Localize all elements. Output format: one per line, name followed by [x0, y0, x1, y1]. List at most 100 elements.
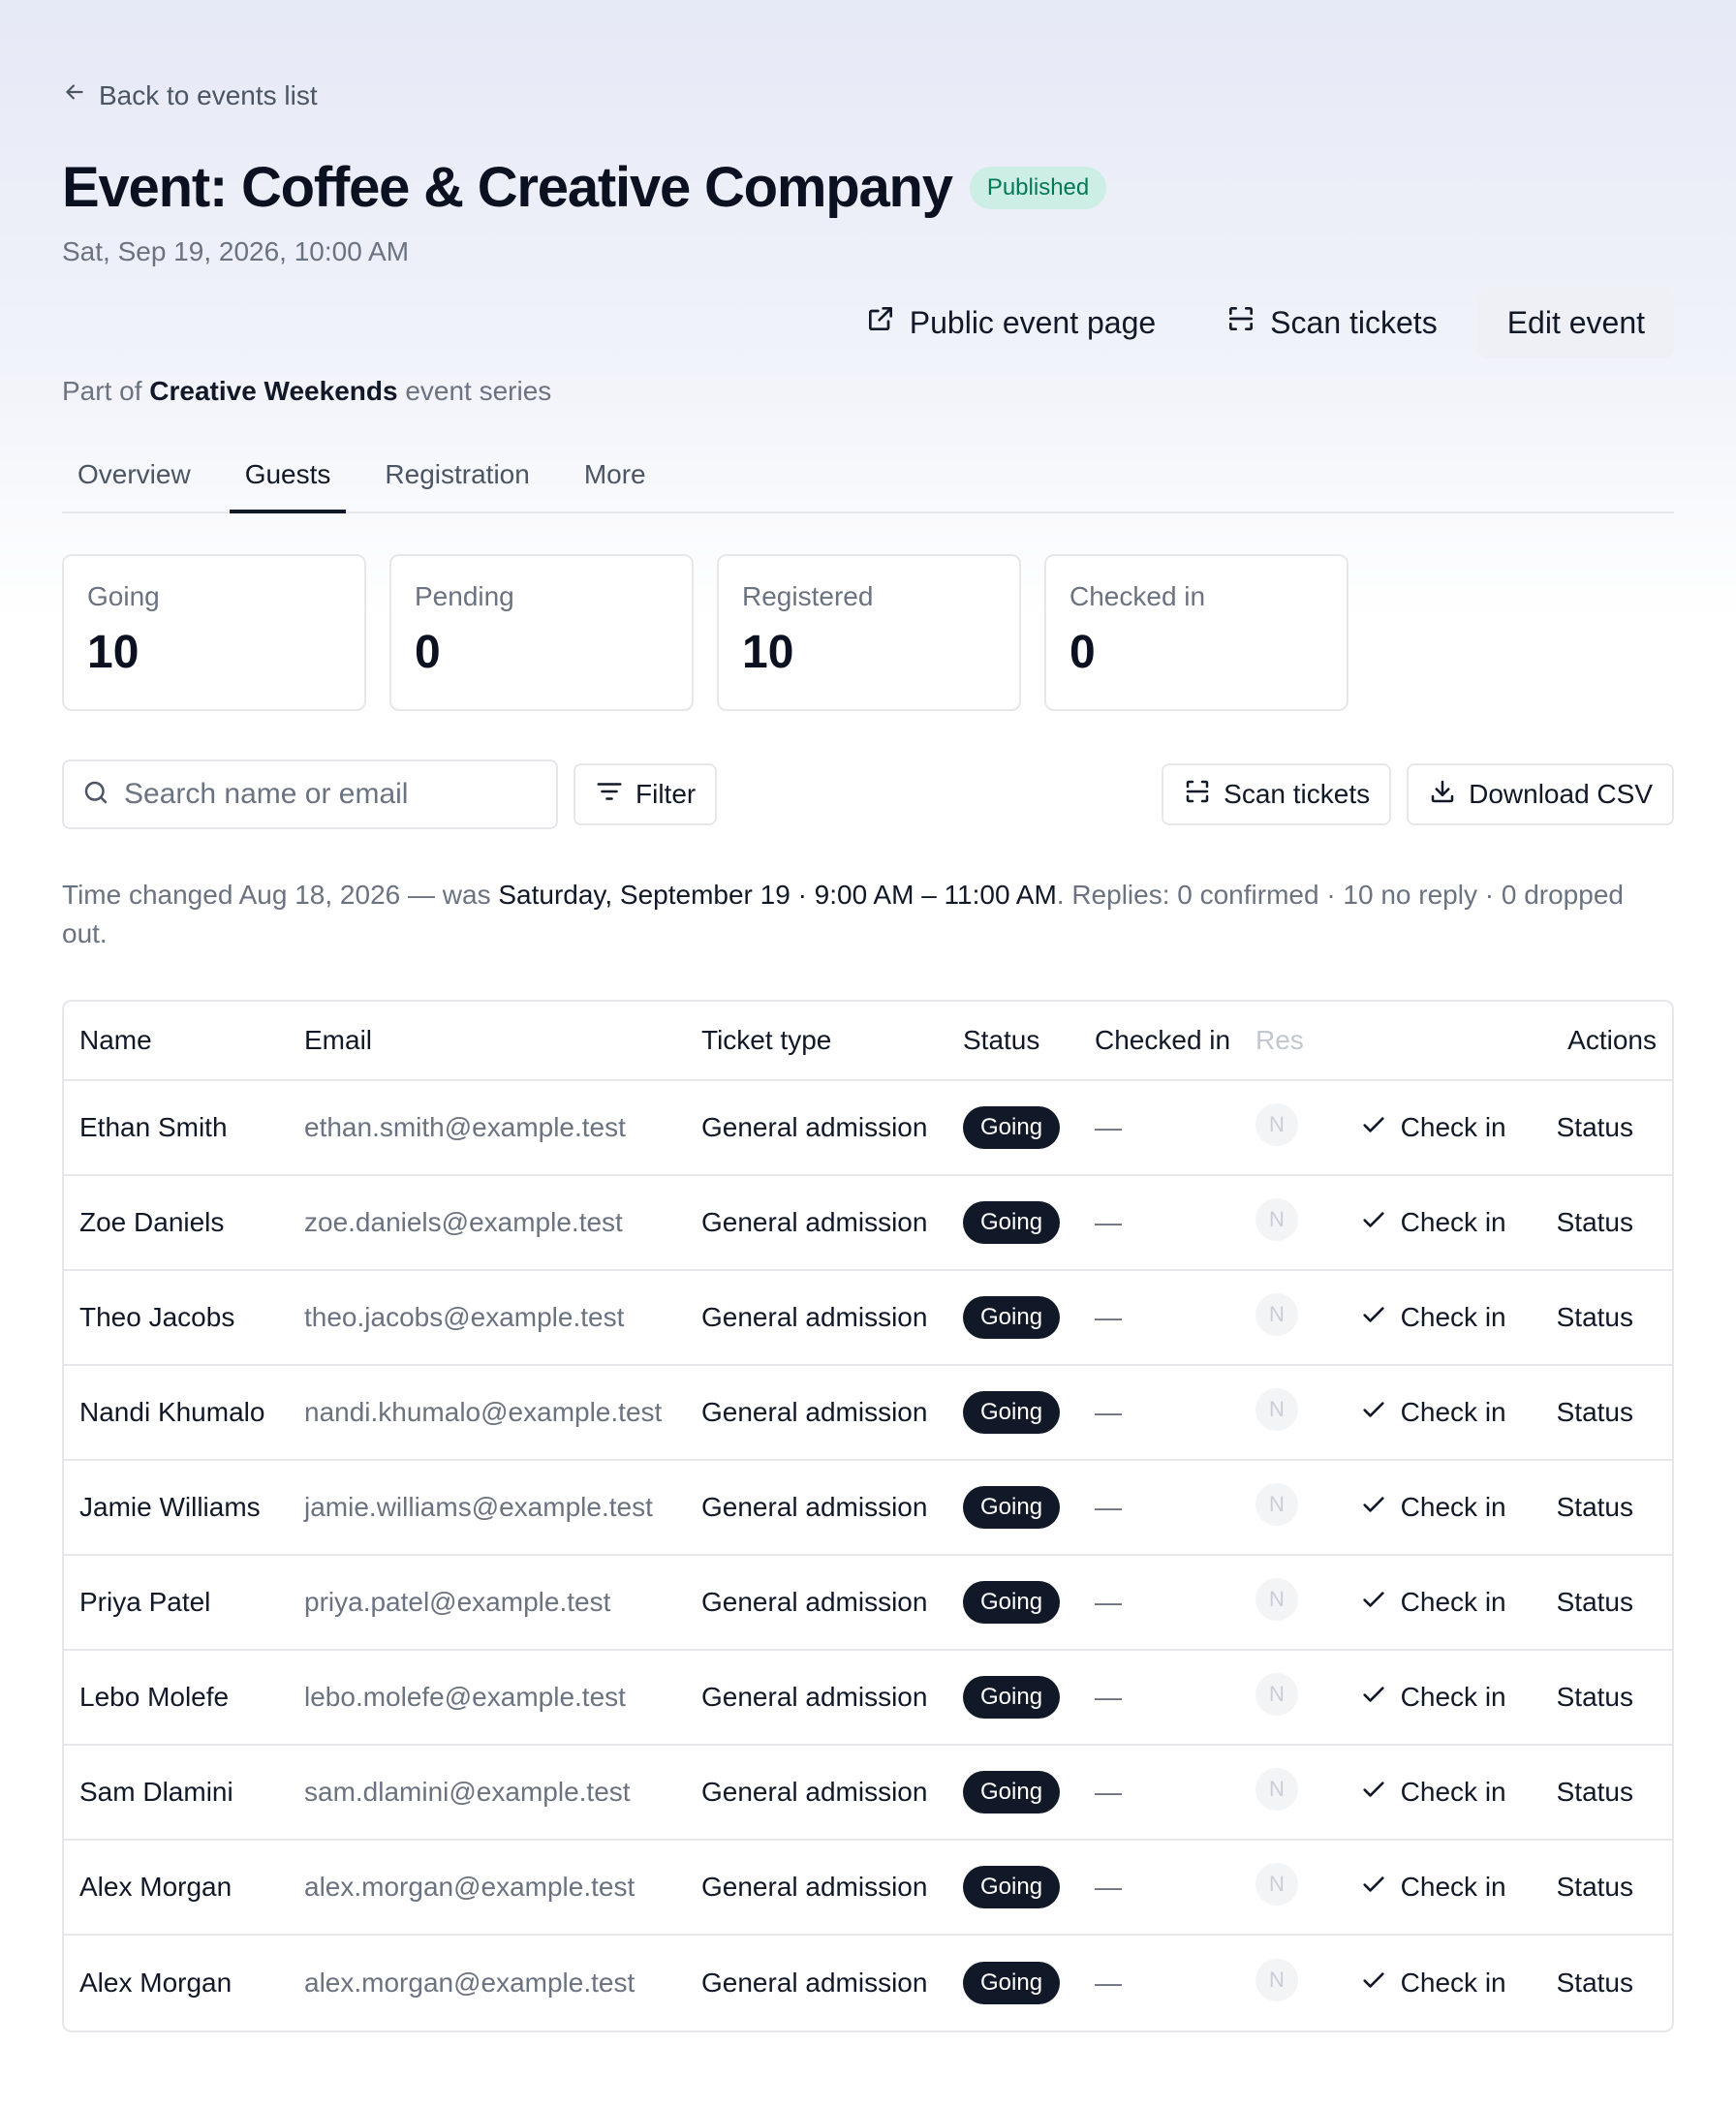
table-row: Alex Morgan alex.morgan@example.test Gen… [64, 1841, 1672, 1936]
guest-checked-in: — [1095, 1682, 1122, 1712]
download-csv-button[interactable]: Download CSV [1407, 763, 1674, 825]
search-icon [81, 778, 110, 812]
reply-badge: N [1256, 1672, 1298, 1716]
status-action-button[interactable]: Status [1557, 1302, 1633, 1333]
table-row: Theo Jacobs theo.jacobs@example.test Gen… [64, 1271, 1672, 1366]
series-name[interactable]: Creative Weekends [149, 376, 397, 406]
status-action-button[interactable]: Status [1557, 1587, 1633, 1618]
guest-ticket-type: General admission [701, 1397, 928, 1427]
check-in-button[interactable]: Check in [1360, 1396, 1506, 1430]
check-in-button[interactable]: Check in [1360, 1967, 1506, 2000]
reply-badge: N [1256, 1958, 1298, 2001]
check-icon [1360, 1111, 1387, 1145]
reply-badge: N [1256, 1197, 1298, 1241]
status-action-button[interactable]: Status [1557, 1777, 1633, 1808]
stats-row: Going 10 Pending 0 Registered 10 Checked… [62, 554, 1348, 711]
guest-status-cell: Going [947, 1581, 1079, 1624]
table-row: Nandi Khumalo nandi.khumalo@example.test… [64, 1366, 1672, 1461]
stat-label: Registered [742, 581, 874, 611]
status-action-button[interactable]: Status [1557, 1397, 1633, 1428]
guest-checked-in: — [1095, 1302, 1122, 1332]
going-badge: Going [963, 1296, 1061, 1339]
going-badge: Going [963, 1391, 1061, 1434]
back-link-label: Back to events list [99, 79, 318, 110]
scan-tickets-label: Scan tickets [1224, 779, 1371, 809]
guest-checked-in: — [1095, 1777, 1122, 1807]
status-action-button[interactable]: Status [1557, 1492, 1633, 1523]
check-in-button[interactable]: Check in [1360, 1301, 1506, 1335]
going-badge: Going [963, 1486, 1061, 1529]
going-badge: Going [963, 1676, 1061, 1719]
check-in-button[interactable]: Check in [1360, 1111, 1506, 1145]
stat-label: Pending [415, 581, 514, 611]
guest-name: Jamie Williams [79, 1492, 261, 1522]
guest-ticket-type: General admission [701, 1112, 928, 1142]
reply-badge: N [1256, 1387, 1298, 1431]
guest-actions: Check in Status [1310, 1871, 1672, 1905]
guest-email: theo.jacobs@example.test [304, 1302, 625, 1332]
going-badge: Going [963, 1201, 1061, 1244]
guest-checked-in: — [1095, 1397, 1122, 1427]
status-action-button[interactable]: Status [1557, 1968, 1633, 1999]
table-row: Sam Dlamini sam.dlamini@example.test Gen… [64, 1746, 1672, 1841]
tab-more[interactable]: More [569, 448, 662, 513]
table-header: Name Email Ticket type Status Checked in… [64, 1002, 1672, 1081]
scan-tickets-button[interactable]: Scan tickets [1162, 763, 1392, 825]
guest-ticket-type: General admission [701, 1872, 928, 1902]
check-in-button[interactable]: Check in [1360, 1776, 1506, 1810]
table-row: Lebo Molefe lebo.molefe@example.test Gen… [64, 1651, 1672, 1746]
check-in-button[interactable]: Check in [1360, 1586, 1506, 1620]
status-action-button[interactable]: Status [1557, 1872, 1633, 1903]
tab-overview[interactable]: Overview [62, 448, 206, 513]
column-header-checked-in: Checked in [1095, 1025, 1231, 1055]
table-row: Ethan Smith ethan.smith@example.test Gen… [64, 1081, 1672, 1176]
reply-badge: N [1256, 1102, 1298, 1146]
series-info: Part of Creative Weekends event series [62, 376, 551, 407]
external-link-icon [865, 303, 896, 342]
guest-toolbar: Filter Scan tickets Download CSV [62, 760, 1674, 829]
scan-tickets-header-button[interactable]: Scan tickets [1196, 287, 1467, 358]
check-in-label: Check in [1400, 1112, 1506, 1142]
going-badge: Going [963, 1962, 1061, 2004]
status-action-button[interactable]: Status [1557, 1682, 1633, 1713]
column-header-ticket-type: Ticket type [701, 1025, 832, 1055]
reply-badge: N [1256, 1767, 1298, 1811]
guest-ticket-type: General admission [701, 1207, 928, 1237]
check-in-button[interactable]: Check in [1360, 1681, 1506, 1715]
check-in-label: Check in [1400, 1302, 1506, 1332]
guest-ticket-type: General admission [701, 1777, 928, 1807]
back-link[interactable]: Back to events list [62, 79, 318, 111]
check-icon [1360, 1681, 1387, 1715]
status-action-button[interactable]: Status [1557, 1112, 1633, 1143]
going-badge: Going [963, 1866, 1061, 1908]
guest-actions: Check in Status [1310, 1206, 1672, 1240]
check-in-label: Check in [1400, 1777, 1506, 1807]
status-action-button[interactable]: Status [1557, 1207, 1633, 1238]
check-in-button[interactable]: Check in [1360, 1491, 1506, 1525]
check-in-button[interactable]: Check in [1360, 1206, 1506, 1240]
event-date: Sat, Sep 19, 2026, 10:00 AM [62, 236, 410, 266]
guest-email: sam.dlamini@example.test [304, 1777, 631, 1807]
guest-email: jamie.williams@example.test [304, 1492, 653, 1522]
guest-name: Nandi Khumalo [79, 1397, 265, 1427]
guest-status-cell: Going [947, 1296, 1079, 1339]
edit-event-button[interactable]: Edit event [1477, 287, 1674, 358]
public-event-page-label: Public event page [909, 304, 1157, 340]
guest-name: Alex Morgan [79, 1968, 232, 1998]
guest-actions: Check in Status [1310, 1776, 1672, 1810]
check-in-button[interactable]: Check in [1360, 1871, 1506, 1905]
guest-checked-in: — [1095, 1492, 1122, 1522]
status-badge: Published [969, 166, 1107, 209]
guest-email: zoe.daniels@example.test [304, 1207, 623, 1237]
search-input[interactable] [124, 778, 531, 811]
series-prefix: Part of [62, 376, 142, 406]
public-event-page-button[interactable]: Public event page [836, 287, 1185, 358]
guest-ticket-type: General admission [701, 1968, 928, 1998]
tab-registration[interactable]: Registration [369, 448, 544, 513]
guest-checked-in: — [1095, 1207, 1122, 1237]
time-change-note: Time changed Aug 18, 2026 — was Saturday… [62, 876, 1674, 953]
filter-button[interactable]: Filter [574, 763, 718, 825]
stat-card-pending: Pending 0 [389, 554, 694, 711]
arrow-left-icon [62, 79, 87, 111]
tab-guests[interactable]: Guests [229, 448, 347, 513]
